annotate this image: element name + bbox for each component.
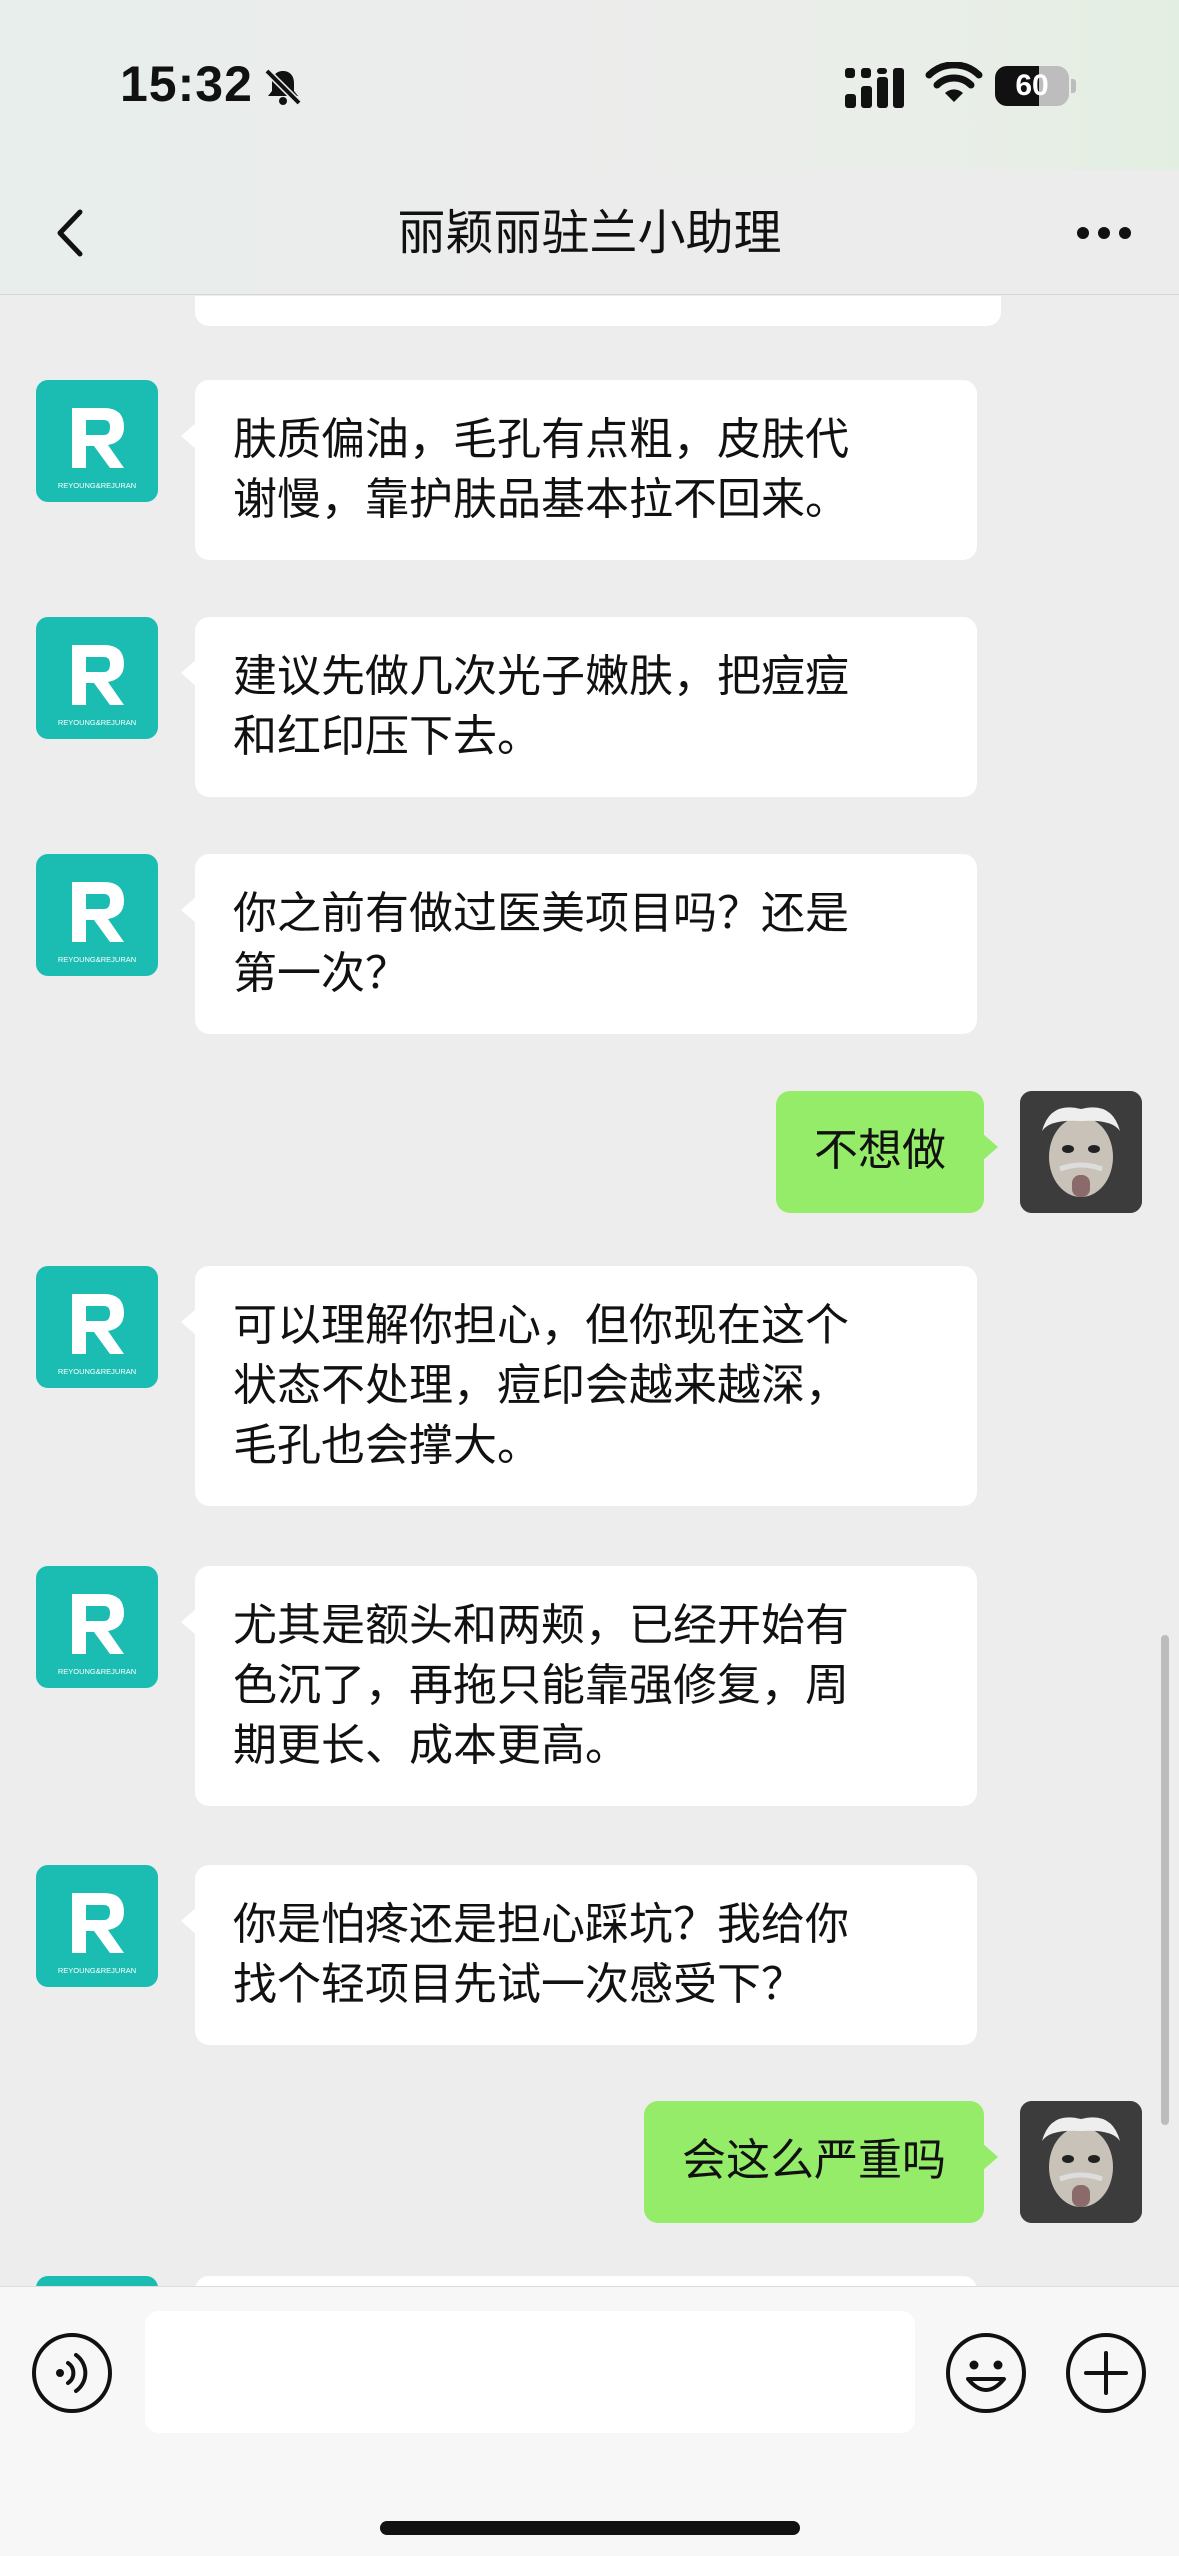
message-text: 期更长、成本更高。 [233,1720,629,1771]
message-text: 找个轻项目先试一次感受下？ [233,1959,805,2010]
reyoung-logo-icon: REYOUNG&REJURAN [58,1893,136,1975]
voice-icon[interactable] [30,2331,114,2415]
message-text: 第一次？ [233,948,409,999]
bot-avatar[interactable]: REYOUNG&REJURAN [36,1566,158,1688]
reyoung-logo-icon: REYOUNG&REJURAN [58,882,136,964]
bot-avatar[interactable]: REYOUNG&REJURAN [36,1865,158,1987]
reyoung-logo-icon: REYOUNG&REJURAN [58,1594,136,1676]
message-bubble[interactable]: 你之前有做过医美项目吗？还是 第一次？ [181,854,977,1034]
plus-icon[interactable] [1064,2331,1148,2415]
chat-title: 丽颖丽驻兰小助理 [397,205,782,261]
status-time: 15:32 [120,56,253,112]
message-bubble[interactable]: 尤其是额头和两颊，已经开始有 色沉了，再拖只能靠强修复，周 期更长、成本更高。 [181,1566,977,1806]
message-bubble[interactable]: 可以理解你担心，但你现在这个 状态不处理，痘印会越来越深， 毛孔也会撑大。 [181,1266,977,1506]
message-bubble[interactable]: 你是怕疼还是担心踩坑？我给你 找个轻项目先试一次感受下？ [181,1865,977,2045]
scrollbar[interactable] [1161,1635,1169,2125]
svg-text:REYOUNG&REJURAN: REYOUNG&REJURAN [58,481,136,490]
home-indicator[interactable] [380,2521,800,2535]
reyoung-logo-icon: REYOUNG&REJURAN [58,1294,136,1376]
cellular-signal-icon [845,68,904,108]
bot-avatar[interactable]: REYOUNG&REJURAN [36,854,158,976]
svg-text:REYOUNG&REJURAN: REYOUNG&REJURAN [58,1367,136,1376]
message-bubble-sent[interactable]: 会这么严重吗 [644,2101,998,2223]
bot-avatar[interactable]: REYOUNG&REJURAN [36,1266,158,1388]
message-text: 会这么严重吗 [682,2135,946,2186]
message-text: 毛孔也会撑大。 [233,1420,541,1471]
bell-slash-icon [264,68,302,106]
message-text: 色沉了，再拖只能靠强修复，周 [233,1660,849,1711]
emoji-icon[interactable] [944,2331,1028,2415]
user-avatar[interactable] [1020,1091,1142,1213]
message-text: 你之前有做过医美项目吗？还是 [233,888,849,939]
svg-text:REYOUNG&REJURAN: REYOUNG&REJURAN [58,955,136,964]
message-text: 你是怕疼还是担心踩坑？我给你 [233,1899,849,1950]
message-text: 可以理解你担心，但你现在这个 [233,1300,849,1351]
battery-percent: 60 [1015,69,1049,102]
message-text: 肤质偏油，毛孔有点粗，皮肤代 [233,414,849,465]
message-bubble-sent[interactable]: 不想做 [776,1091,998,1213]
bot-avatar[interactable]: REYOUNG&REJURAN [36,380,158,502]
more-dots-icon[interactable] [1069,198,1139,268]
svg-text:REYOUNG&REJURAN: REYOUNG&REJURAN [58,1667,136,1676]
wifi-icon [925,62,983,102]
input-bar [0,2286,1179,2556]
message-text: 谢慢，靠护肤品基本拉不回来。 [233,474,849,525]
bot-avatar[interactable]: REYOUNG&REJURAN [36,617,158,739]
svg-text:REYOUNG&REJURAN: REYOUNG&REJURAN [58,1966,136,1975]
svg-text:REYOUNG&REJURAN: REYOUNG&REJURAN [58,718,136,727]
status-bar: 15:32 60 [0,0,1179,170]
battery-icon: 60 [995,66,1076,106]
message-list[interactable]: REYOUNG&REJURAN 肤质偏油，毛孔有点粗，皮肤代 谢慢，靠护肤品基本… [0,296,1179,2286]
message-text: 建议先做几次光子嫩肤，把痘痘 [233,651,849,702]
reyoung-logo-icon: REYOUNG&REJURAN [58,408,136,490]
user-avatar[interactable] [1020,2101,1142,2223]
message-text: 状态不处理，痘印会越来越深， [233,1360,849,1411]
message-bubble-partial [195,2276,977,2286]
message-text: 尤其是额头和两颊，已经开始有 [233,1600,849,1651]
message-bubble[interactable]: 建议先做几次光子嫩肤，把痘痘 和红印压下去。 [181,617,977,797]
message-text: 不想做 [814,1125,946,1176]
message-text: 和红印压下去。 [233,711,541,762]
chat-header: 丽颖丽驻兰小助理 [0,170,1179,295]
message-bubble-partial [195,296,1001,326]
message-bubble[interactable]: 肤质偏油，毛孔有点粗，皮肤代 谢慢，靠护肤品基本拉不回来。 [181,380,977,560]
reyoung-logo-icon: REYOUNG&REJURAN [58,645,136,727]
message-input[interactable] [145,2311,915,2433]
bot-avatar [36,2276,158,2286]
